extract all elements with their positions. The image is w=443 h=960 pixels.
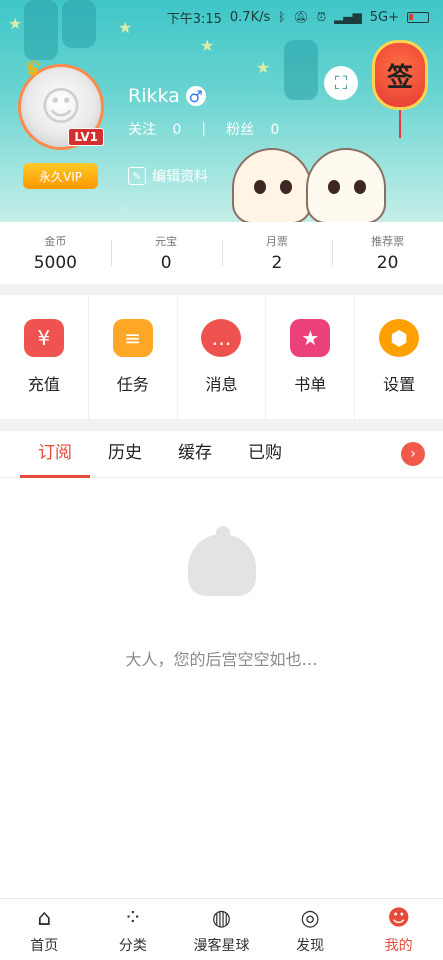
messages-button[interactable]: … 消息 (178, 295, 267, 419)
library-tabs: 订阅 历史 缓存 已购 › (0, 431, 443, 478)
section-divider (0, 284, 443, 295)
edit-icon: ✎ (128, 167, 146, 185)
alarm-icon: ⏰︎ (316, 9, 327, 24)
action-label: 书单 (294, 375, 327, 394)
grid-icon: ⁘ (123, 906, 143, 931)
planet-icon: ◍ (211, 906, 232, 931)
stat-ingots[interactable]: 元宝 0 (110, 222, 222, 284)
piggy-bank-icon: ¥ (23, 319, 64, 357)
quick-actions: ¥ 充值 ≡ 任务 … 消息 ★ 书单 ⬢ 设置 (0, 295, 443, 419)
status-bar: 下午3:15 0.7K/s ᛒ 🔕︎ ⏰︎ ▂▄▆ 5G+ (0, 0, 443, 34)
nav-label: 发现 (296, 937, 325, 954)
avatar[interactable]: ☺ ♛ LV1 (18, 56, 104, 150)
fans-count: 0 (270, 122, 280, 138)
mascot-icon: ☻ (387, 906, 411, 931)
scan-button[interactable]: ⛶ (324, 66, 358, 100)
settings-button[interactable]: ⬢ 设置 (355, 295, 443, 419)
empty-mascot-icon (188, 526, 256, 596)
fans-label: 粉丝 (226, 122, 255, 138)
mascot-illustration (306, 148, 386, 222)
lantern-string (399, 110, 401, 138)
nav-mine[interactable]: ☻ 我的 (354, 899, 443, 960)
nav-discover[interactable]: ◎ 发现 (266, 899, 355, 960)
section-divider (0, 419, 443, 431)
nav-planet[interactable]: ◍ 漫客星球 (177, 899, 266, 960)
action-label: 消息 (205, 375, 238, 394)
network-type: 5G+ (369, 9, 399, 25)
compass-icon: ◎ (300, 906, 320, 931)
stat-value: 0 (160, 253, 172, 273)
wallet-stats: 金币 5000 元宝 0 月票 2 推荐票 20 (0, 222, 443, 284)
chevron-right-icon[interactable]: › (401, 442, 425, 466)
username-row: Rikka ♂ (128, 85, 206, 107)
mascot-illustration (232, 148, 312, 222)
signin-button[interactable]: 签 (372, 40, 428, 110)
stat-value: 5000 (33, 253, 77, 273)
level-badge: LV1 (68, 128, 104, 146)
tab-history[interactable]: 历史 (90, 431, 160, 478)
clipboard-icon: ≡ (112, 319, 153, 357)
follow-count: 0 (172, 122, 182, 138)
star-decoration: ★ (256, 58, 271, 77)
stat-label: 月票 (265, 235, 288, 248)
stat-label: 金币 (44, 235, 67, 248)
follow-stat[interactable]: 关注 0 (128, 119, 181, 139)
nav-label: 漫客星球 (193, 937, 250, 954)
stat-value: 20 (376, 253, 399, 273)
tab-purchased[interactable]: 已购 (230, 431, 300, 478)
fans-stat[interactable]: 粉丝 0 (226, 119, 279, 139)
nav-categories[interactable]: ⁘ 分类 (89, 899, 178, 960)
clock: 下午3:15 (166, 11, 222, 27)
bluetooth-icon: ᛒ (278, 10, 286, 24)
username: Rikka (128, 85, 180, 107)
battery-icon (407, 11, 429, 23)
signal-icon: ▂▄▆ (334, 10, 362, 24)
home-icon: ⌂ (37, 906, 52, 931)
action-label: 设置 (383, 375, 416, 394)
tasks-button[interactable]: ≡ 任务 (89, 295, 178, 419)
nav-label: 我的 (384, 937, 413, 954)
nav-label: 首页 (30, 937, 59, 954)
star-decoration: ★ (200, 36, 215, 55)
tab-subscriptions[interactable]: 订阅 (20, 431, 90, 478)
edit-profile-label: 编辑资料 (152, 169, 208, 185)
bottom-navigation: ⌂ 首页 ⁘ 分类 ◍ 漫客星球 ◎ 发现 ☻ 我的 (0, 898, 443, 960)
stat-label: 元宝 (155, 235, 178, 248)
book-icon: ★ (290, 319, 331, 357)
follow-row: 关注 0 | 粉丝 0 (128, 119, 279, 139)
scan-icon: ⛶ (334, 72, 348, 94)
profile-header: ★ ★ ★ ★ 下午3:15 0.7K/s ᛒ 🔕︎ ⏰︎ ▂▄▆ 5G+ ☺ … (0, 0, 443, 222)
tab-cache[interactable]: 缓存 (160, 431, 230, 478)
mute-bell-icon: 🔕︎ (293, 10, 309, 24)
chat-bubble-icon: … (201, 319, 242, 357)
hanging-lantern-decoration (284, 40, 318, 100)
crown-icon: ♛ (24, 56, 42, 80)
gear-icon: ⬢ (379, 319, 420, 357)
vip-button[interactable]: 永久VIP (23, 163, 98, 189)
nav-home[interactable]: ⌂ 首页 (0, 899, 89, 960)
stat-coins[interactable]: 金币 5000 (0, 222, 111, 284)
divider: | (201, 121, 207, 137)
follow-label: 关注 (128, 122, 156, 138)
stat-monthly-tickets[interactable]: 月票 2 (221, 222, 333, 284)
booklist-button[interactable]: ★ 书单 (266, 295, 356, 419)
stat-value: 2 (271, 253, 283, 273)
action-label: 任务 (116, 375, 149, 394)
nav-label: 分类 (118, 937, 147, 954)
stat-label: 推荐票 (371, 235, 405, 248)
male-icon: ♂ (185, 86, 206, 106)
action-label: 充值 (27, 375, 60, 394)
recharge-button[interactable]: ¥ 充值 (0, 295, 89, 419)
empty-state-message: 大人，您的后宫空空如也… (125, 650, 318, 669)
network-speed: 0.7K/s (229, 9, 271, 25)
stat-recommend-tickets[interactable]: 推荐票 20 (332, 222, 443, 284)
edit-profile-button[interactable]: ✎ 编辑资料 (128, 166, 208, 186)
